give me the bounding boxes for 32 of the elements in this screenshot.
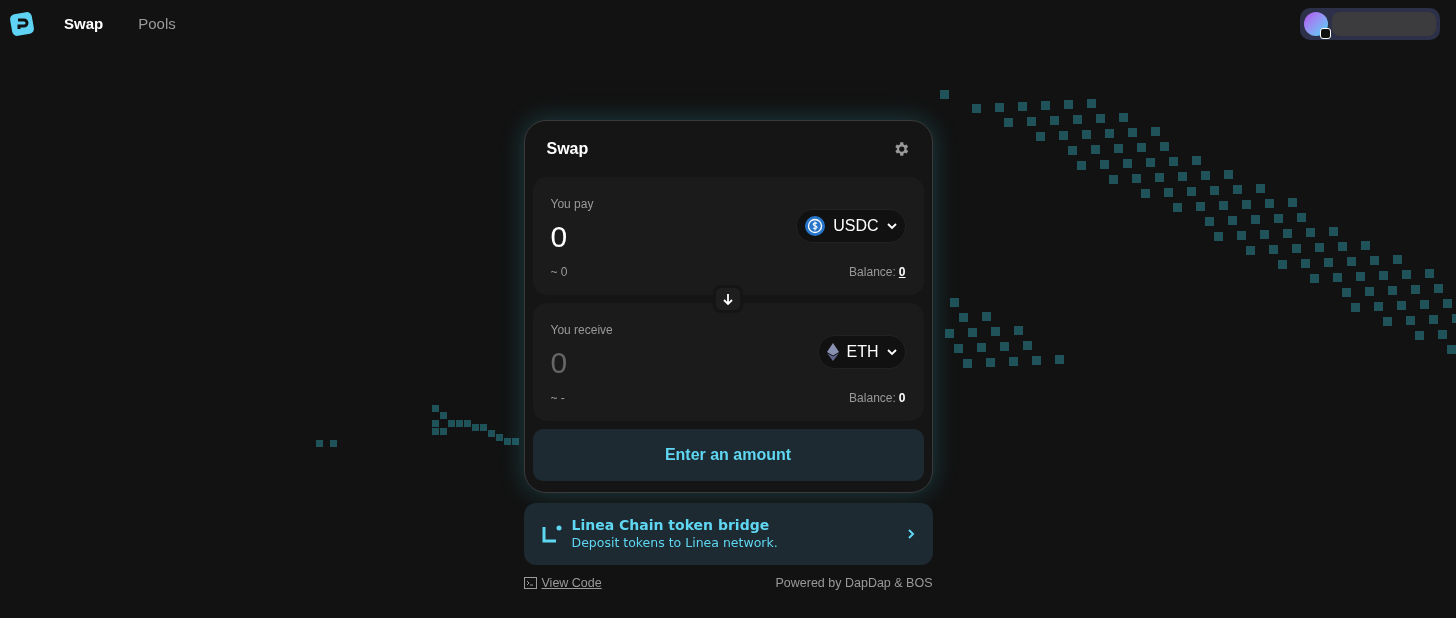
powered-by-text: Powered by DapDap & BOS	[775, 575, 933, 592]
usd-value: ~ 0	[550, 264, 568, 281]
coin-icon	[805, 216, 826, 236]
linea-logo-icon	[541, 524, 562, 544]
arrow-down-icon	[722, 293, 734, 305]
bridge-banner[interactable]: Linea Chain token bridge Deposit tokens to Linea network.	[523, 503, 933, 565]
ethereum-icon	[826, 343, 839, 361]
nav-tab[interactable]: Pools	[138, 12, 176, 36]
view-code-link[interactable]: View Code	[541, 574, 602, 593]
swap-direction-button[interactable]	[713, 285, 743, 313]
terminal-icon	[523, 577, 537, 590]
chevron-down-icon	[886, 348, 897, 356]
avatar-icon	[1304, 12, 1328, 36]
logo-icon	[9, 11, 35, 37]
account-pill[interactable]	[1300, 8, 1440, 40]
chevron-right-icon	[906, 528, 915, 540]
balance-value: 0	[898, 390, 906, 407]
panel-label: You pay	[550, 196, 594, 213]
enter-amount-button[interactable]: Enter an amount	[532, 429, 924, 481]
balance-value[interactable]: 0	[898, 263, 906, 281]
usd-value: ~ -	[550, 390, 565, 407]
card-title: Swap	[546, 139, 589, 159]
bridge-title: Linea Chain token bridge	[571, 517, 771, 534]
balance-label: Balance:	[849, 390, 896, 407]
token-selector[interactable]: ETH	[817, 335, 906, 369]
nav-tab[interactable]: Swap	[64, 12, 104, 36]
amount-field[interactable]: 0	[550, 217, 594, 257]
bridge-subtitle: Deposit tokens to Linea network.	[571, 534, 778, 551]
chevron-down-icon	[886, 222, 897, 230]
panel-label: You receive	[550, 322, 613, 339]
token-selector[interactable]: USDC	[796, 209, 906, 243]
balance-label: Balance:	[849, 264, 896, 281]
